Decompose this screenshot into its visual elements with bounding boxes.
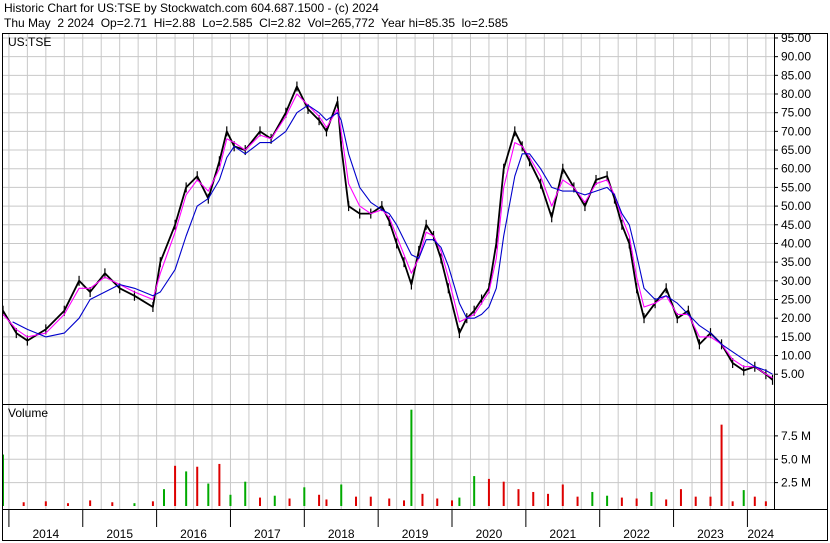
volume-bar — [185, 471, 188, 506]
price-tick-label: 45.00 — [781, 218, 811, 232]
volume-bar — [66, 503, 69, 506]
volume-bar — [133, 503, 136, 506]
price-line — [2, 85, 774, 381]
volume-bar — [340, 484, 343, 506]
volume-bar — [591, 491, 594, 506]
price-tick-label: 20.00 — [781, 311, 811, 325]
year-label: 2019 — [402, 527, 429, 541]
volume-bar — [694, 496, 697, 506]
volume-tick-label: 2.5 M — [781, 476, 811, 490]
volume-bar — [303, 487, 306, 506]
year-label: 2017 — [254, 527, 281, 541]
volume-bar — [547, 493, 550, 506]
volume-bar — [742, 490, 745, 506]
price-tick-label: 40.00 — [781, 236, 811, 250]
volume-bar — [436, 498, 439, 506]
long-ma-line — [12, 104, 773, 375]
volume-bar — [731, 501, 734, 506]
price-tick-label: 80.00 — [781, 87, 811, 101]
price-tick-label: 35.00 — [781, 255, 811, 269]
volume-bar — [487, 478, 490, 506]
volume-bar — [753, 496, 756, 506]
volume-bar — [576, 496, 579, 506]
volume-panel-grid — [3, 405, 774, 509]
year-label: 2024 — [747, 527, 774, 541]
price-tick-label: 25.00 — [781, 292, 811, 306]
volume-bar — [410, 409, 413, 506]
volume-tick-label: 7.5 M — [781, 429, 811, 443]
year-label: 2016 — [180, 527, 207, 541]
short-ma-line — [2, 93, 773, 379]
volume-bar — [89, 500, 92, 506]
price-tick-label: 5.00 — [781, 367, 805, 381]
price-series-group — [2, 81, 774, 385]
price-tick-label: 85.00 — [781, 68, 811, 82]
price-tick-label: 30.00 — [781, 274, 811, 288]
axis-labels-group: 95.0090.0085.0080.0075.0070.0065.0060.00… — [8, 31, 811, 541]
price-tick-label: 60.00 — [781, 162, 811, 176]
volume-bar — [207, 483, 210, 506]
price-tick-label: 70.00 — [781, 124, 811, 138]
volume-bar — [679, 489, 682, 506]
volume-bar — [218, 463, 221, 506]
volume-bar — [196, 466, 199, 506]
year-label: 2022 — [623, 527, 650, 541]
volume-bars-group — [2, 409, 767, 506]
volume-bar — [44, 501, 47, 506]
volume-bar — [174, 465, 177, 506]
volume-bar — [22, 502, 25, 506]
volume-tick-label: 5.0 M — [781, 452, 811, 466]
price-tick-label: 15.00 — [781, 330, 811, 344]
year-label: 2021 — [549, 527, 576, 541]
price-tick-label: 10.00 — [781, 349, 811, 363]
volume-bar — [244, 481, 247, 506]
volume-bar — [606, 495, 609, 506]
volume-bar — [620, 497, 623, 506]
price-tick-label: 75.00 — [781, 106, 811, 120]
volume-bar — [421, 493, 424, 506]
year-label: 2020 — [476, 527, 503, 541]
volume-bar — [561, 484, 564, 506]
volume-bar — [650, 491, 653, 506]
volume-bar — [229, 494, 232, 506]
volume-bar — [369, 496, 372, 506]
volume-bar — [532, 491, 535, 506]
year-label: 2018 — [328, 527, 355, 541]
volume-bar — [273, 495, 276, 506]
price-tick-label: 50.00 — [781, 199, 811, 213]
year-label: 2015 — [106, 527, 133, 541]
volume-bar — [151, 501, 154, 506]
volume-bar — [502, 481, 505, 506]
volume-bar — [764, 501, 767, 506]
volume-bar — [473, 476, 476, 506]
volume-bar — [635, 498, 638, 506]
volume-bar — [709, 496, 712, 506]
volume-bar — [403, 500, 406, 506]
price-tick-label: 55.00 — [781, 180, 811, 194]
price-tick-label: 90.00 — [781, 50, 811, 64]
volume-bar — [318, 494, 321, 506]
volume-bar — [355, 496, 358, 506]
symbol-label: US:TSE — [8, 35, 51, 49]
volume-bar — [325, 499, 328, 506]
volume-bar — [388, 498, 391, 506]
volume-bar — [111, 502, 114, 506]
volume-bar — [288, 498, 291, 506]
price-tick-label: 65.00 — [781, 143, 811, 157]
volume-label: Volume — [8, 406, 48, 420]
volume-bar — [162, 489, 165, 506]
stock-chart: 95.0090.0085.0080.0075.0070.0065.0060.00… — [2, 31, 828, 541]
volume-bar — [517, 489, 520, 506]
volume-bar — [451, 500, 454, 506]
volume-bar — [665, 499, 668, 506]
volume-bar — [720, 424, 723, 506]
year-label: 2014 — [32, 527, 59, 541]
volume-bar — [259, 497, 261, 506]
year-label: 2023 — [697, 527, 724, 541]
volume-bar — [458, 497, 461, 506]
